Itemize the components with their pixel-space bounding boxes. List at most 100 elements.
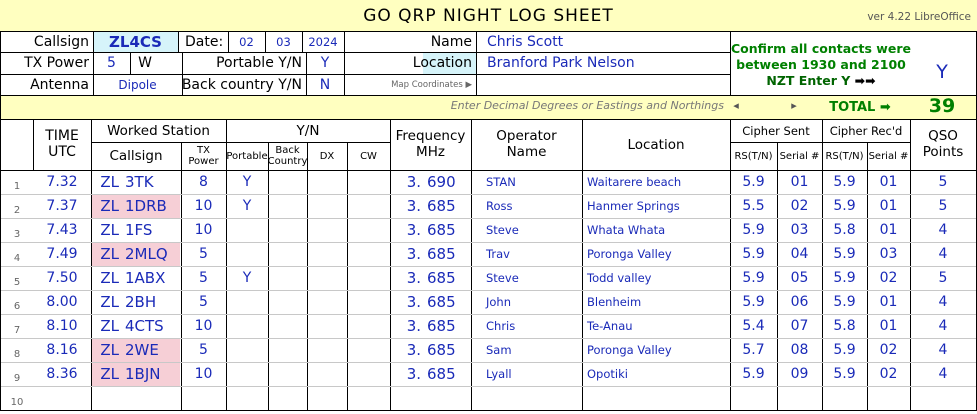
row-operator-name[interactable] — [471, 386, 582, 410]
row-location[interactable]: Poronga Valley — [582, 242, 730, 266]
row-serial-recd[interactable]: 02 — [867, 266, 910, 290]
row-callsign-prefix[interactable]: ZL — [91, 170, 123, 194]
row-location[interactable]: Te-Anau — [582, 314, 730, 338]
row-rs-recd[interactable]: 5.9 — [822, 194, 867, 218]
row-callsign-suffix[interactable]: 2BH — [123, 290, 181, 314]
row-rs-sent[interactable]: 5.4 — [730, 314, 777, 338]
row-cw[interactable] — [347, 290, 390, 314]
row-serial-recd[interactable]: 03 — [867, 242, 910, 266]
row-serial-recd[interactable]: 02 — [867, 338, 910, 362]
row-portable[interactable]: Y — [226, 170, 268, 194]
row-location[interactable]: Blenheim — [582, 290, 730, 314]
row-rs-recd[interactable]: 5.8 — [822, 314, 867, 338]
row-serial-sent[interactable]: 09 — [777, 362, 822, 386]
row-serial-recd[interactable]: 01 — [867, 218, 910, 242]
row-callsign-prefix[interactable]: ZL — [91, 266, 123, 290]
row-serial-recd[interactable]: 02 — [867, 362, 910, 386]
row-rs-sent[interactable] — [730, 386, 777, 410]
row-serial-sent[interactable]: 01 — [777, 170, 822, 194]
row-cw[interactable] — [347, 218, 390, 242]
row-callsign-prefix[interactable]: ZL — [91, 194, 123, 218]
row-time[interactable]: 7.37 — [33, 194, 91, 218]
row-callsign-prefix[interactable]: ZL — [91, 242, 123, 266]
row-rs-sent[interactable]: 5.9 — [730, 362, 777, 386]
row-serial-sent[interactable]: 03 — [777, 218, 822, 242]
station-location[interactable]: Branford Park Nelson — [482, 52, 727, 74]
row-rs-sent[interactable]: 5.9 — [730, 290, 777, 314]
row-operator-name[interactable]: Ross — [471, 194, 582, 218]
row-location[interactable]: Opotiki — [582, 362, 730, 386]
row-frequency-band[interactable]: 3. — [390, 194, 425, 218]
row-callsign-suffix[interactable]: 3TK — [123, 170, 181, 194]
row-dx[interactable] — [307, 218, 347, 242]
row-frequency-band[interactable] — [390, 386, 425, 410]
row-callsign-suffix[interactable]: 1BJN — [123, 362, 181, 386]
row-rs-sent[interactable]: 5.5 — [730, 194, 777, 218]
row-portable[interactable]: Y — [226, 266, 268, 290]
row-tx-power[interactable]: 10 — [181, 218, 226, 242]
row-back-country[interactable] — [268, 218, 307, 242]
row-frequency-band[interactable]: 3. — [390, 314, 425, 338]
operator-name[interactable]: Chris Scott — [482, 31, 727, 52]
row-time[interactable]: 8.36 — [33, 362, 91, 386]
row-portable[interactable] — [226, 218, 268, 242]
row-serial-recd[interactable]: 01 — [867, 194, 910, 218]
row-frequency-khz[interactable]: 685 — [425, 266, 471, 290]
row-cw[interactable] — [347, 362, 390, 386]
row-callsign-suffix[interactable]: 2MLQ — [123, 242, 181, 266]
row-callsign-suffix[interactable]: 1FS — [123, 218, 181, 242]
row-operator-name[interactable]: Steve — [471, 266, 582, 290]
row-tx-power[interactable]: 5 — [181, 266, 226, 290]
row-back-country[interactable] — [268, 314, 307, 338]
row-cw[interactable] — [347, 242, 390, 266]
row-operator-name[interactable]: STAN — [471, 170, 582, 194]
row-tx-power[interactable]: 10 — [181, 314, 226, 338]
row-frequency-khz[interactable]: 685 — [425, 290, 471, 314]
row-operator-name[interactable]: John — [471, 290, 582, 314]
row-tx-power[interactable]: 5 — [181, 338, 226, 362]
row-dx[interactable] — [307, 362, 347, 386]
row-time[interactable]: 7.32 — [33, 170, 91, 194]
row-frequency-khz[interactable]: 690 — [425, 170, 471, 194]
row-rs-recd[interactable]: 5.9 — [822, 242, 867, 266]
row-back-country[interactable] — [268, 194, 307, 218]
row-operator-name[interactable]: Sam — [471, 338, 582, 362]
row-dx[interactable] — [307, 170, 347, 194]
row-rs-recd[interactable]: 5.9 — [822, 170, 867, 194]
row-frequency-band[interactable]: 3. — [390, 338, 425, 362]
row-frequency-khz[interactable]: 685 — [425, 242, 471, 266]
row-location[interactable]: Whata Whata — [582, 218, 730, 242]
row-frequency-band[interactable]: 3. — [390, 170, 425, 194]
row-cw[interactable] — [347, 194, 390, 218]
date-year[interactable]: 2024 — [302, 31, 344, 52]
row-serial-sent[interactable]: 04 — [777, 242, 822, 266]
row-serial-sent[interactable]: 07 — [777, 314, 822, 338]
row-back-country[interactable] — [268, 362, 307, 386]
row-location[interactable]: Hanmer Springs — [582, 194, 730, 218]
row-frequency-band[interactable]: 3. — [390, 362, 425, 386]
row-location[interactable]: Poronga Valley — [582, 338, 730, 362]
row-serial-recd[interactable]: 01 — [867, 290, 910, 314]
row-serial-sent[interactable]: 02 — [777, 194, 822, 218]
row-frequency-band[interactable]: 3. — [390, 242, 425, 266]
date-month[interactable]: 03 — [265, 31, 302, 52]
row-serial-recd[interactable]: 01 — [867, 314, 910, 338]
row-rs-recd[interactable]: 5.9 — [822, 290, 867, 314]
row-serial-sent[interactable] — [777, 386, 822, 410]
row-portable[interactable] — [226, 338, 268, 362]
row-tx-power[interactable]: 5 — [181, 242, 226, 266]
row-frequency-khz[interactable] — [425, 386, 471, 410]
row-tx-power[interactable]: 10 — [181, 362, 226, 386]
row-back-country[interactable] — [268, 290, 307, 314]
row-rs-sent[interactable]: 5.9 — [730, 242, 777, 266]
row-frequency-khz[interactable]: 685 — [425, 338, 471, 362]
row-operator-name[interactable]: Lyall — [471, 362, 582, 386]
row-location[interactable]: Todd valley — [582, 266, 730, 290]
row-dx[interactable] — [307, 338, 347, 362]
row-time[interactable]: 8.16 — [33, 338, 91, 362]
row-time[interactable]: 8.00 — [33, 290, 91, 314]
row-back-country[interactable] — [268, 242, 307, 266]
row-rs-recd[interactable]: 5.9 — [822, 266, 867, 290]
row-dx[interactable] — [307, 242, 347, 266]
row-operator-name[interactable]: Steve — [471, 218, 582, 242]
